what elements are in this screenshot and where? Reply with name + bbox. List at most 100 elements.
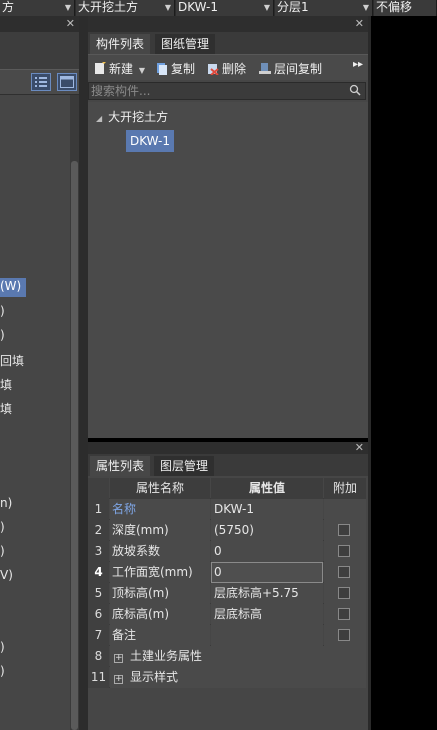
canvas-edge — [368, 16, 371, 730]
search-icon[interactable] — [349, 84, 361, 99]
component-search — [88, 82, 366, 100]
chevron-down-icon: ▼ — [263, 3, 270, 12]
nav-item-label[interactable]: ) — [0, 640, 5, 654]
tab-drawing-management[interactable]: 图纸管理 — [155, 34, 216, 54]
category-dropdown[interactable]: 方 ▼ — [0, 0, 75, 16]
property-value-editor[interactable]: 0 — [211, 562, 323, 583]
delete-button-label: 删除 — [222, 62, 247, 76]
add-checkbox[interactable] — [338, 545, 350, 557]
nav-item-label[interactable]: V) — [0, 568, 13, 582]
expand-icon[interactable]: + — [114, 654, 123, 663]
property-value[interactable]: (5750) — [211, 520, 323, 541]
property-group-row[interactable]: 11 + 显示样式 — [88, 667, 366, 688]
new-icon — [94, 62, 106, 75]
copy-icon — [156, 62, 168, 75]
property-name: 工作面宽(mm) — [110, 562, 210, 583]
nav-item-label[interactable]: ) — [0, 544, 5, 558]
copy-button[interactable]: 复制 — [156, 60, 195, 77]
nav-item-label[interactable]: ) — [0, 328, 5, 342]
navigation-scrollbar-thumb[interactable] — [71, 161, 78, 730]
component-toolbar: 新建 ▼ 复制 删除 层间复制 ▸▸ — [88, 54, 368, 80]
offset-dropdown-value: 不偏移 — [376, 0, 413, 14]
tab-component-list[interactable]: 构件列表 — [90, 34, 151, 54]
property-name: 备注 — [110, 625, 210, 646]
add-checkbox[interactable] — [338, 608, 350, 620]
panel-splitter[interactable] — [79, 16, 88, 730]
property-value[interactable]: 层底标高 — [211, 604, 323, 625]
nav-item-label[interactable]: n) — [0, 496, 12, 510]
tree-node-parent[interactable]: ◢ 大开挖土方 — [96, 108, 168, 125]
row-number: 3 — [88, 541, 109, 562]
property-value[interactable] — [211, 625, 323, 646]
property-add-cell — [324, 604, 366, 625]
list-view-icon[interactable] — [31, 73, 51, 91]
tab-property-list[interactable]: 属性列表 — [90, 456, 151, 476]
collapse-triangle-icon[interactable]: ◢ — [96, 114, 102, 123]
grid-view-icon[interactable] — [57, 73, 77, 91]
drawing-canvas[interactable] — [368, 16, 437, 730]
close-icon[interactable]: ✕ — [66, 17, 75, 30]
column-header-add: 附加 — [324, 478, 366, 499]
chevron-down-icon[interactable]: ▼ — [139, 66, 145, 75]
row-number-header — [88, 478, 109, 499]
property-row[interactable]: 6 底标高(m) 层底标高 — [88, 604, 366, 625]
property-add-cell — [324, 520, 366, 541]
nav-item-label[interactable]: ) — [0, 520, 5, 534]
property-group[interactable]: + 土建业务属性 — [110, 646, 366, 667]
property-value[interactable]: 层底标高+5.75 — [211, 583, 323, 604]
add-checkbox[interactable] — [338, 524, 350, 536]
component-panel-tabs: 构件列表 图纸管理 — [88, 32, 368, 54]
offset-dropdown[interactable]: 不偏移 — [374, 0, 437, 16]
property-value[interactable]: 0 — [211, 541, 323, 562]
property-row[interactable]: 4 工作面宽(mm) 0 — [88, 562, 366, 583]
expand-icon[interactable]: + — [114, 675, 123, 684]
type-dropdown-value: 大开挖土方 — [78, 0, 139, 14]
nav-item-label[interactable]: 填 — [0, 400, 12, 417]
close-icon[interactable]: ✕ — [355, 17, 364, 30]
property-row[interactable]: 1 名称 DKW-1 — [88, 499, 366, 520]
floor-copy-button[interactable]: 层间复制 — [259, 60, 322, 77]
property-group[interactable]: + 显示样式 — [110, 667, 366, 688]
row-number: 4 — [88, 562, 109, 583]
property-group-row[interactable]: 8 + 土建业务属性 — [88, 646, 366, 667]
toolbar-overflow-button[interactable]: ▸▸ — [353, 59, 363, 70]
nav-item-label[interactable]: 回填 — [0, 352, 24, 369]
nav-item-label[interactable]: ) — [0, 304, 5, 318]
copy-button-label: 复制 — [171, 62, 196, 76]
delete-button[interactable]: 删除 — [207, 60, 246, 77]
property-panel: ✕ 属性列表 图层管理 属性名称 属性值 附加 1 名称 DKW-1 2 深度(… — [88, 441, 368, 730]
nav-item-label[interactable]: 填 — [0, 376, 12, 393]
property-row[interactable]: 7 备注 — [88, 625, 366, 646]
row-number: 7 — [88, 625, 109, 646]
nav-item-label: (W) — [0, 279, 22, 293]
tab-layer-management[interactable]: 图层管理 — [154, 456, 215, 476]
chevron-down-icon: ▼ — [362, 3, 369, 12]
property-panel-header: ✕ — [88, 441, 368, 454]
property-row[interactable]: 3 放坡系数 0 — [88, 541, 366, 562]
add-checkbox[interactable] — [338, 629, 350, 641]
search-input[interactable] — [90, 83, 345, 99]
component-dropdown[interactable]: DKW-1 ▼ — [176, 0, 274, 16]
chevron-down-icon: ▼ — [64, 3, 71, 12]
nav-item-label[interactable]: ) — [0, 664, 5, 678]
property-group-label: 土建业务属性 — [130, 649, 203, 663]
close-icon[interactable]: ✕ — [355, 441, 364, 454]
property-row[interactable]: 2 深度(mm) (5750) — [88, 520, 366, 541]
property-panel-tabs: 属性列表 图层管理 — [88, 454, 368, 476]
property-value[interactable]: DKW-1 — [211, 499, 323, 520]
tree-parent-label: 大开挖土方 — [108, 110, 169, 124]
component-list-panel: ✕ 构件列表 图纸管理 新建 ▼ 复制 删除 层间复制 ▸▸ ◢ 大开挖土方 DK… — [88, 16, 368, 438]
property-name: 顶标高(m) — [110, 583, 210, 604]
property-row[interactable]: 5 顶标高(m) 层底标高+5.75 — [88, 583, 366, 604]
row-number: 2 — [88, 520, 109, 541]
layer-dropdown[interactable]: 分层1 ▼ — [275, 0, 373, 16]
add-checkbox[interactable] — [338, 566, 350, 578]
column-header-value: 属性值 — [211, 478, 323, 499]
navigation-panel: ✕ (W) ) ) 回填 填 填 n) ) ) V) ) ) — [0, 16, 79, 730]
tree-node-selected[interactable]: DKW-1 — [126, 130, 175, 152]
add-checkbox[interactable] — [338, 587, 350, 599]
layer-dropdown-value: 分层1 — [277, 0, 309, 14]
type-dropdown[interactable]: 大开挖土方 ▼ — [76, 0, 175, 16]
nav-selected-item[interactable]: (W) — [0, 278, 26, 297]
new-button[interactable]: 新建 ▼ — [94, 60, 145, 77]
